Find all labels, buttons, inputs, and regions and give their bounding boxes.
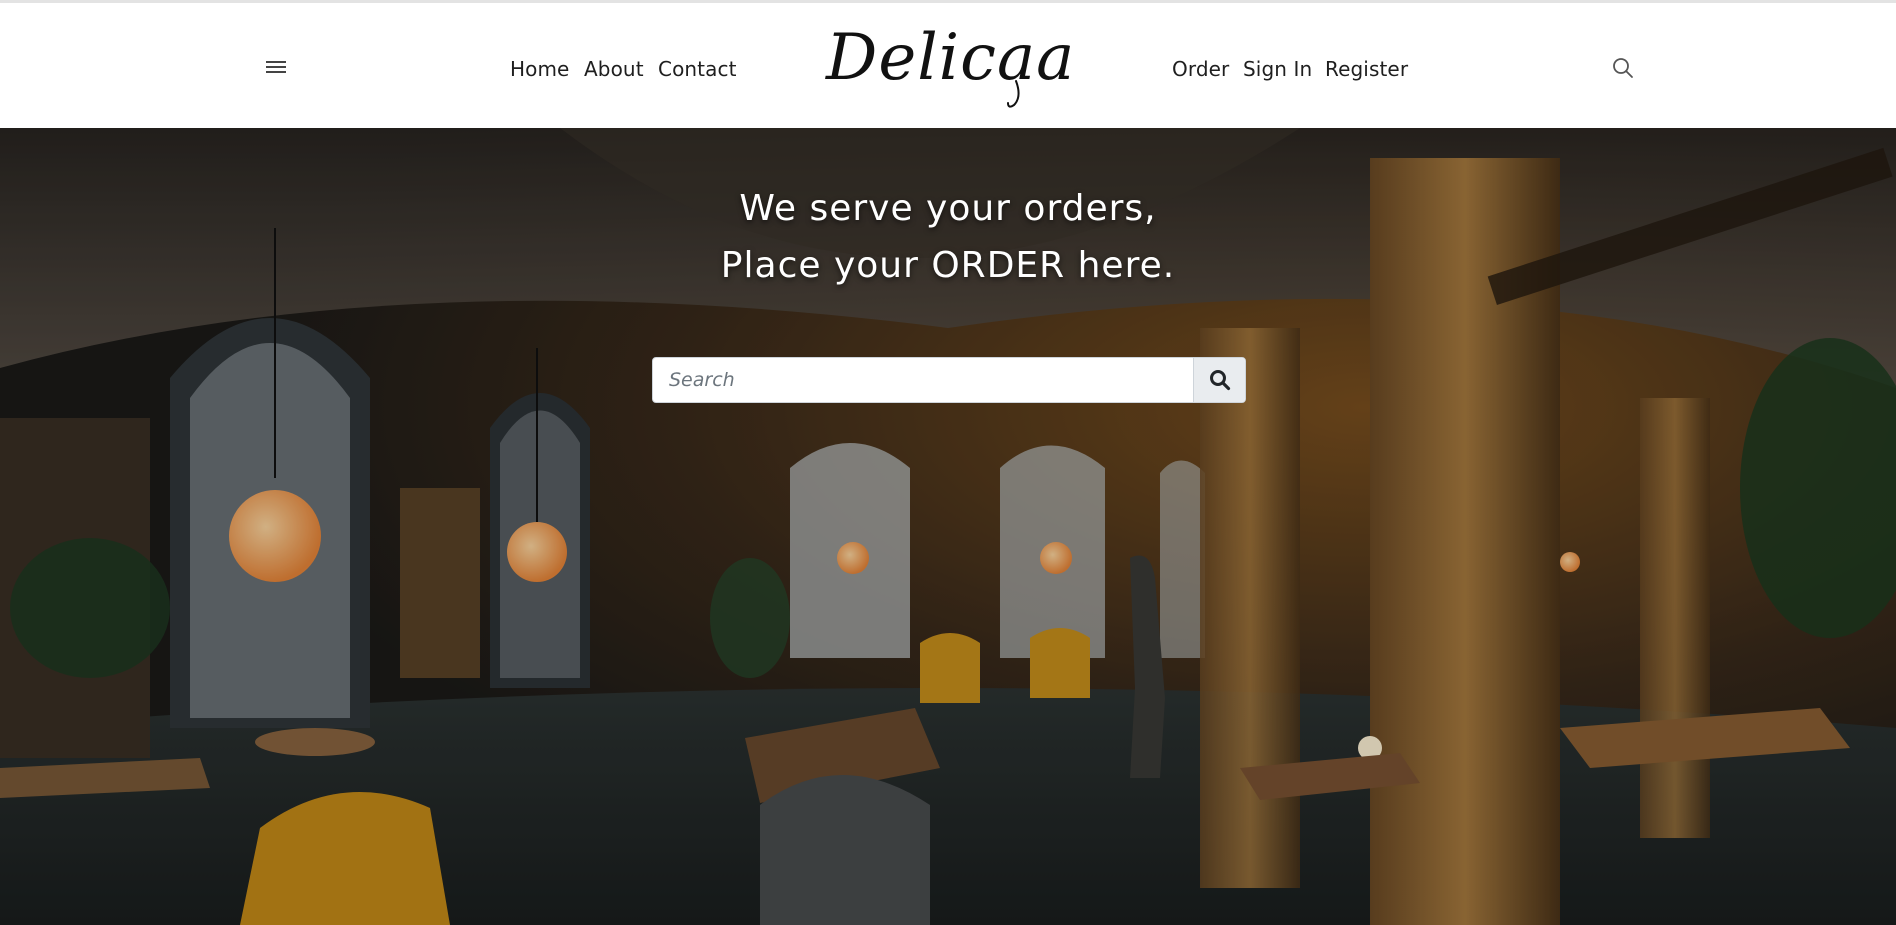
brand-logo[interactable]: Delicaacy: [820, 17, 1070, 117]
hero-section: We serve your orders, Place your ORDER h…: [0, 128, 1896, 925]
hero-title-line-2: Place your ORDER here.: [720, 245, 1176, 286]
hamburger-menu-icon[interactable]: [266, 61, 286, 75]
nav-link-about[interactable]: About: [584, 57, 644, 81]
nav-link-contact[interactable]: Contact: [658, 57, 737, 81]
nav-link-home[interactable]: Home: [510, 57, 569, 81]
hero-title-line-1: We serve your orders,: [739, 188, 1157, 229]
search-input[interactable]: [653, 358, 1193, 402]
nav-link-sign-in[interactable]: Sign In: [1243, 57, 1312, 81]
hero-search-bar: [652, 357, 1246, 403]
navbar: Home About Contact Delicaacy Order Sign …: [0, 3, 1896, 128]
search-icon: [1209, 370, 1230, 391]
search-button[interactable]: [1193, 358, 1245, 402]
nav-link-order[interactable]: Order: [1172, 57, 1229, 81]
magnifier-icon[interactable]: [1612, 57, 1634, 79]
brand-logo-text: Delicaacy: [825, 21, 1070, 95]
nav-link-register[interactable]: Register: [1325, 57, 1408, 81]
